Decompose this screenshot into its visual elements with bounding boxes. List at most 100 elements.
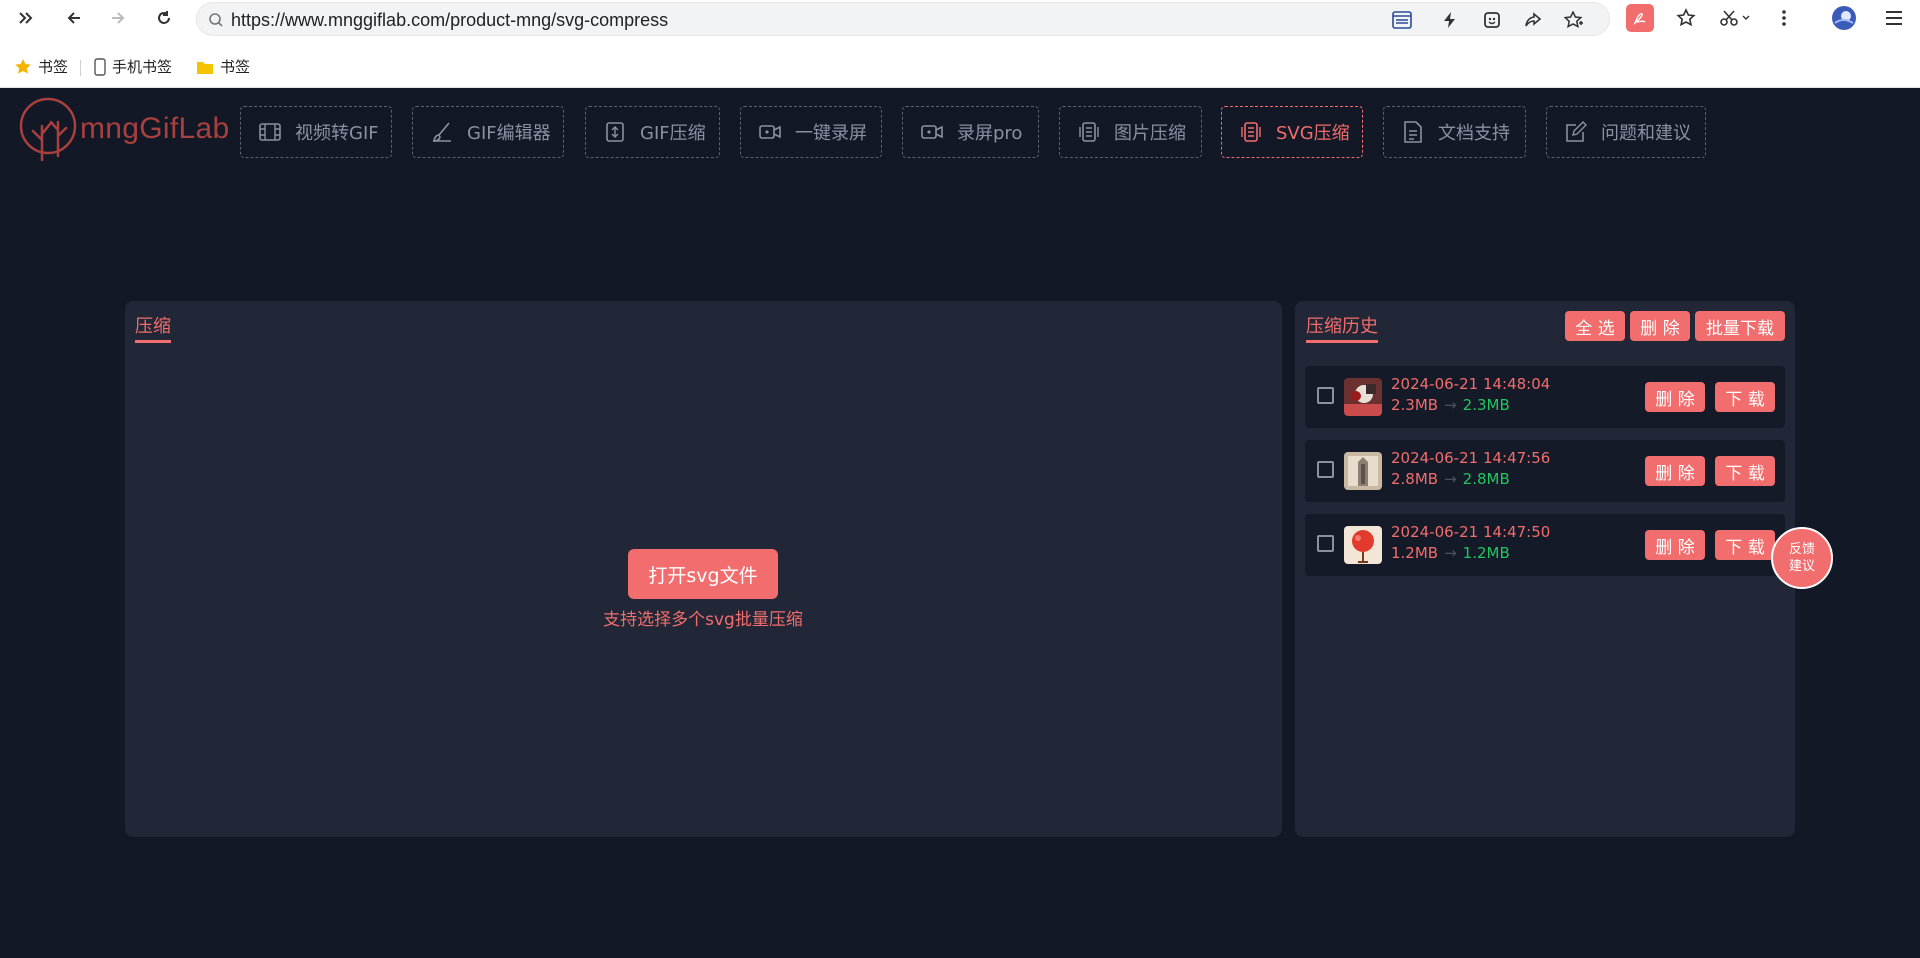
nav-gif-editor[interactable]: GIF编辑器: [412, 106, 564, 158]
arrow-right-icon: →: [1444, 544, 1457, 562]
bookmark-item-mobile[interactable]: 手机书签: [94, 56, 172, 77]
open-file-hint: 支持选择多个svg批量压缩: [603, 610, 803, 630]
nav-svg-compress[interactable]: SVG压缩: [1221, 106, 1363, 158]
row-checkbox[interactable]: [1317, 387, 1334, 404]
thumbnail-image: [1344, 378, 1382, 416]
forward-icon[interactable]: [104, 4, 132, 32]
feedback-float-button[interactable]: 反馈 建议: [1771, 527, 1833, 589]
bookmark-label: 书签: [38, 58, 69, 76]
nav-label: SVG压缩: [1276, 123, 1350, 144]
screenshot-cut-icon[interactable]: [1716, 4, 1756, 32]
add-favorite-icon[interactable]: [1561, 7, 1587, 33]
back-icon[interactable]: [60, 4, 88, 32]
compressed-size: 2.8MB: [1462, 470, 1510, 488]
share-icon[interactable]: [1520, 7, 1546, 33]
nav-label: GIF编辑器: [467, 123, 551, 144]
row-delete-button[interactable]: 删 除: [1645, 382, 1705, 412]
original-size: 1.2MB: [1391, 544, 1439, 562]
row-sizes: 1.2MB → 1.2MB: [1391, 544, 1510, 562]
nav-feedback[interactable]: 问题和建议: [1546, 106, 1706, 158]
logo[interactable]: mngGifLab: [18, 96, 230, 162]
history-row: 2024-06-21 14:47:50 1.2MB → 1.2MB 删 除 下 …: [1305, 514, 1785, 576]
row-download-button[interactable]: 下 载: [1715, 456, 1775, 486]
search-icon: [205, 9, 227, 31]
thumbnail-image: [1344, 452, 1382, 490]
nav-docs[interactable]: 文档支持: [1383, 106, 1526, 158]
nav-record-pro[interactable]: 录屏pro: [902, 106, 1039, 158]
compressed-size: 1.2MB: [1462, 544, 1510, 562]
row-delete-button[interactable]: 删 除: [1645, 456, 1705, 486]
svg-compress-icon: [1240, 121, 1262, 143]
sidebar-toggle-icon[interactable]: [12, 4, 40, 32]
bookmark-label: 手机书签: [112, 58, 173, 76]
bookmark-star-icon[interactable]: [1672, 4, 1700, 32]
brush-icon: [431, 121, 453, 143]
bookmark-divider: [80, 60, 81, 76]
nav-label: 录屏pro: [957, 123, 1023, 144]
compress-icon: [604, 121, 626, 143]
row-download-button[interactable]: 下 载: [1715, 530, 1775, 560]
feedback-line2: 建议: [1788, 559, 1815, 574]
phone-icon: [94, 57, 106, 76]
row-timestamp: 2024-06-21 14:48:04: [1391, 375, 1551, 393]
nav-label: 一键录屏: [795, 123, 867, 144]
row-timestamp: 2024-06-21 14:47:50: [1391, 523, 1551, 541]
address-bar[interactable]: https://www.mnggiflab.com/product-mng/sv…: [196, 2, 1610, 36]
compress-title: 压缩: [135, 312, 171, 343]
hamburger-menu-icon[interactable]: [1880, 4, 1908, 32]
nav-label: 文档支持: [1438, 123, 1510, 144]
bookmark-label: 书签: [220, 58, 251, 76]
original-size: 2.8MB: [1391, 470, 1439, 488]
video-record-icon: [759, 121, 781, 143]
bookmark-item[interactable]: 书签: [14, 56, 68, 77]
history-row: 2024-06-21 14:48:04 2.3MB → 2.3MB 删 除 下 …: [1305, 366, 1785, 428]
pdf-extension-icon[interactable]: [1626, 4, 1654, 32]
row-sizes: 2.3MB → 2.3MB: [1391, 396, 1510, 414]
profile-avatar-icon[interactable]: [1830, 4, 1858, 32]
row-checkbox[interactable]: [1317, 535, 1334, 552]
arrow-right-icon: →: [1444, 470, 1457, 488]
open-svg-file-button[interactable]: 打开svg文件: [628, 549, 778, 599]
star-icon: [15, 58, 31, 74]
delete-selected-button[interactable]: 删 除: [1630, 311, 1690, 341]
browser-chrome: https://www.mnggiflab.com/product-mng/sv…: [0, 0, 1920, 88]
logo-tree-icon: [19, 97, 77, 162]
video-pro-icon: [921, 121, 943, 143]
compressed-size: 2.3MB: [1462, 396, 1510, 414]
row-download-button[interactable]: 下 载: [1715, 382, 1775, 412]
nav-label: 视频转GIF: [295, 123, 379, 144]
history-row: 2024-06-21 14:47:56 2.8MB → 2.8MB 删 除 下 …: [1305, 440, 1785, 502]
thumbnail-image: [1344, 526, 1382, 564]
folder-icon: [197, 61, 213, 74]
reload-icon[interactable]: [150, 4, 178, 32]
row-sizes: 2.8MB → 2.8MB: [1391, 470, 1510, 488]
bookmarks-bar: 书签 手机书签 书签: [0, 50, 1920, 82]
nav-label: GIF压缩: [640, 123, 706, 144]
nav-screen-record[interactable]: 一键录屏: [740, 106, 882, 158]
edit-icon: [1565, 121, 1587, 143]
bookmark-folder[interactable]: 书签: [196, 56, 250, 77]
document-icon: [1402, 121, 1424, 143]
history-title: 压缩历史: [1306, 312, 1378, 343]
original-size: 2.3MB: [1391, 396, 1439, 414]
film-icon: [259, 121, 281, 143]
batch-download-button[interactable]: 批量下载: [1695, 311, 1785, 341]
row-checkbox[interactable]: [1317, 461, 1334, 478]
feedback-line1: 反馈: [1788, 542, 1815, 557]
nav-gif-compress[interactable]: GIF压缩: [585, 106, 720, 158]
browser-toolbar: https://www.mnggiflab.com/product-mng/sv…: [0, 0, 1920, 36]
nav-label: 问题和建议: [1601, 123, 1691, 144]
extension-face-icon[interactable]: [1479, 7, 1505, 33]
nav-label: 图片压缩: [1114, 123, 1186, 144]
nav-video-to-gif[interactable]: 视频转GIF: [240, 106, 392, 158]
arrow-right-icon: →: [1444, 396, 1457, 414]
row-delete-button[interactable]: 删 除: [1645, 530, 1705, 560]
lightning-icon[interactable]: [1437, 7, 1463, 33]
image-compress-icon: [1078, 121, 1100, 143]
nav-image-compress[interactable]: 图片压缩: [1059, 106, 1202, 158]
reader-icon[interactable]: [1389, 7, 1415, 33]
select-all-button[interactable]: 全 选: [1565, 311, 1625, 341]
logo-text: mngGifLab: [80, 112, 230, 145]
more-menu-icon[interactable]: [1770, 4, 1798, 32]
url-text[interactable]: https://www.mnggiflab.com/product-mng/sv…: [231, 10, 668, 31]
